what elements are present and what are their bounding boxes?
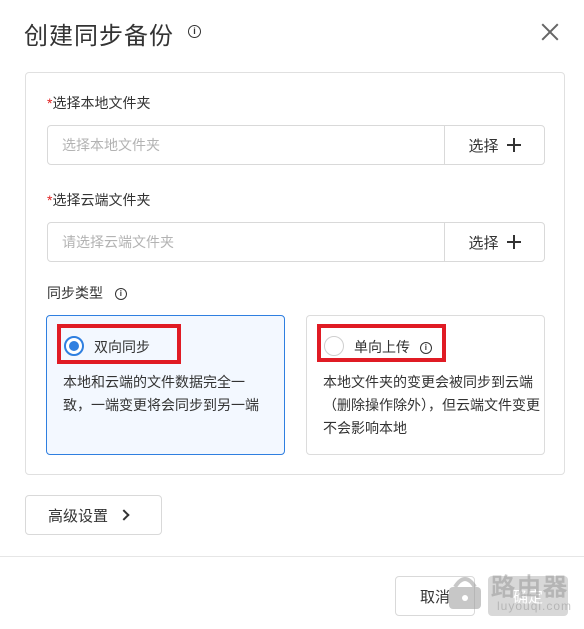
form-panel: *选择本地文件夹 选择 *选择云端文件夹 选择 同步类型 i 双向同步 bbox=[25, 72, 565, 475]
plus-icon bbox=[506, 138, 521, 152]
cloud-folder-field: 选择 bbox=[47, 222, 545, 262]
plus-icon bbox=[506, 235, 521, 249]
chevron-right-icon bbox=[118, 509, 130, 521]
create-sync-backup-dialog: 创建同步备份 i *选择本地文件夹 选择 *选择云端文件夹 选择 同步类型 i bbox=[0, 0, 584, 629]
advanced-settings-button[interactable]: 高级设置 bbox=[25, 495, 162, 535]
local-folder-field: 选择 bbox=[47, 125, 545, 165]
dialog-title: 创建同步备份 bbox=[24, 23, 174, 50]
local-folder-input[interactable] bbox=[48, 126, 444, 164]
cloud-folder-input[interactable] bbox=[48, 223, 444, 261]
close-icon[interactable] bbox=[536, 18, 564, 46]
sync-option-upload-only[interactable]: 单向上传 i 本地文件夹的变更会被同步到云端（删除操作除外），但云端文件变更不会… bbox=[306, 315, 545, 455]
info-icon[interactable]: i bbox=[419, 342, 432, 355]
select-cloud-folder-button[interactable]: 选择 bbox=[444, 223, 544, 261]
sync-type-label: 同步类型 i bbox=[47, 283, 127, 303]
local-folder-label: *选择本地文件夹 bbox=[47, 95, 151, 111]
option-title: 单向上传 i bbox=[354, 337, 432, 357]
sync-option-two-way[interactable]: 双向同步 本地和云端的文件数据完全一致，一端变更将会同步到另一端 bbox=[46, 315, 285, 455]
option-description: 本地文件夹的变更会被同步到云端（删除操作除外），但云端文件变更不会影响本地 bbox=[323, 374, 540, 436]
info-icon[interactable]: i bbox=[114, 288, 127, 301]
info-icon[interactable]: i bbox=[188, 25, 201, 38]
cloud-folder-label: *选择云端文件夹 bbox=[47, 192, 151, 208]
cancel-button[interactable]: 取消 bbox=[395, 576, 475, 616]
footer-divider bbox=[0, 556, 584, 557]
radio-unselected[interactable] bbox=[324, 336, 344, 356]
select-local-folder-button[interactable]: 选择 bbox=[444, 126, 544, 164]
option-description: 本地和云端的文件数据完全一致，一端变更将会同步到另一端 bbox=[63, 374, 259, 413]
radio-selected[interactable] bbox=[64, 336, 84, 356]
option-title: 双向同步 bbox=[94, 339, 150, 355]
ok-button[interactable]: 确定 bbox=[488, 576, 568, 616]
